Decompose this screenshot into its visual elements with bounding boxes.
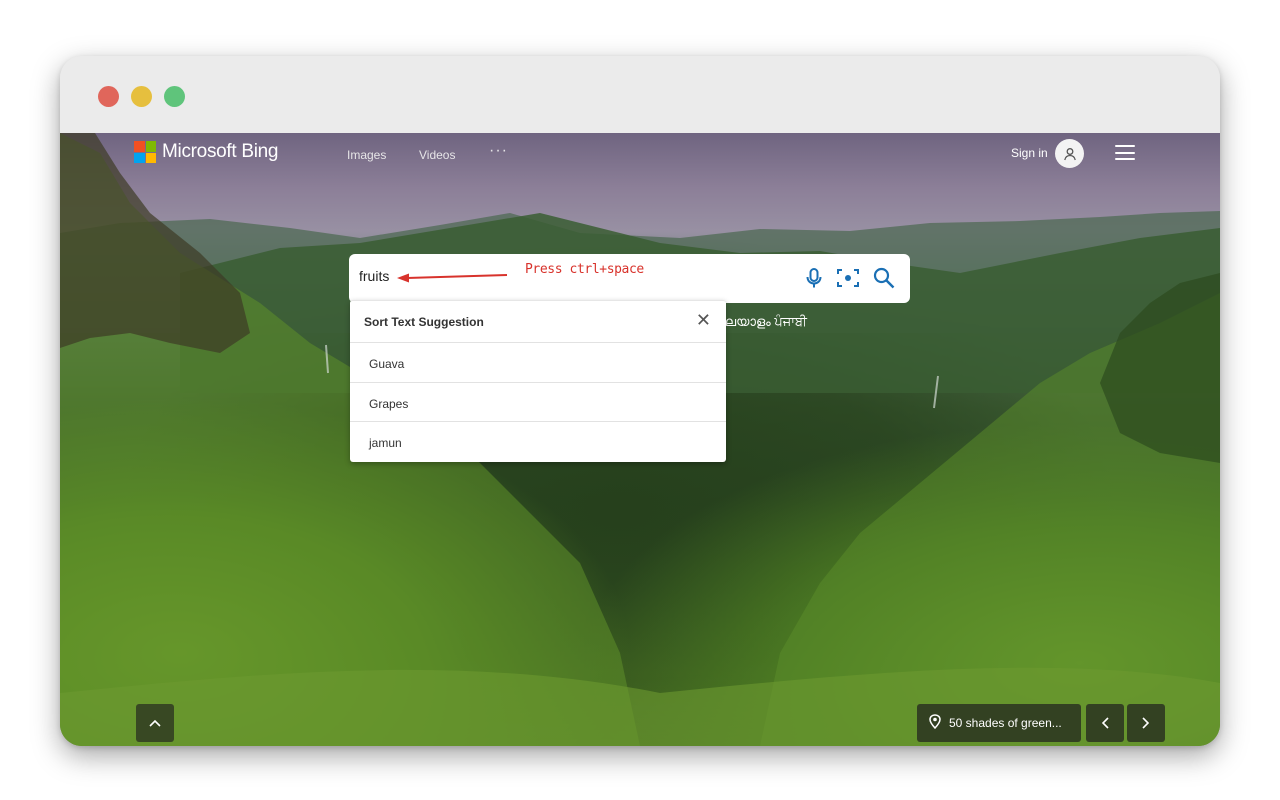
image-caption-button[interactable]: 50 shades of green... bbox=[917, 704, 1081, 742]
sign-in-link[interactable]: Sign in bbox=[1011, 146, 1048, 160]
suggestion-label: jamun bbox=[369, 436, 402, 450]
title-bar bbox=[60, 56, 1220, 133]
close-icon[interactable]: ✕ bbox=[696, 311, 711, 329]
bing-logo[interactable]: Microsoft Bing bbox=[134, 140, 278, 164]
language-links[interactable]: ലയാളം ਪੰਜਾਬੀ bbox=[725, 314, 807, 330]
nav-videos-link[interactable]: Videos bbox=[419, 148, 455, 162]
location-pin-icon bbox=[929, 714, 941, 732]
user-icon[interactable] bbox=[1055, 139, 1084, 168]
suggestion-label: Guava bbox=[369, 357, 405, 371]
suggestion-label: Grapes bbox=[369, 396, 409, 411]
annotation-arrow-icon bbox=[397, 273, 508, 283]
search-box: Press ctrl+space bbox=[349, 254, 910, 303]
suggestion-header: Sort Text Suggestion ✕ bbox=[350, 301, 726, 343]
brand-name: Microsoft Bing bbox=[162, 141, 279, 162]
maximize-window-button[interactable] bbox=[164, 86, 185, 107]
suggestion-item[interactable]: Guava bbox=[350, 343, 726, 383]
nav-images-link[interactable]: Images bbox=[347, 148, 386, 162]
chevron-right-icon[interactable] bbox=[1127, 704, 1165, 742]
close-window-button[interactable] bbox=[98, 86, 119, 107]
nav-more-button[interactable]: ··· bbox=[489, 142, 508, 160]
chevron-left-icon[interactable] bbox=[1086, 704, 1124, 742]
microsoft-logo-icon bbox=[134, 141, 156, 163]
suggestion-item[interactable]: Grapes bbox=[350, 383, 726, 422]
suggestion-title: Sort Text Suggestion bbox=[364, 315, 484, 329]
image-caption-text: 50 shades of green... bbox=[949, 716, 1062, 730]
microphone-icon[interactable] bbox=[804, 267, 824, 294]
bing-homepage: Microsoft Bing Images Videos ··· Sign in… bbox=[60, 133, 1220, 746]
visual-search-icon[interactable] bbox=[836, 267, 860, 294]
minimize-window-button[interactable] bbox=[131, 86, 152, 107]
suggestion-dropdown: Sort Text Suggestion ✕ Guava Grapes jamu… bbox=[350, 300, 726, 462]
suggestion-item[interactable]: jamun bbox=[350, 422, 726, 462]
chevron-up-icon[interactable] bbox=[136, 704, 174, 742]
browser-window: Microsoft Bing Images Videos ··· Sign in… bbox=[60, 56, 1220, 746]
annotation-text: Press ctrl+space bbox=[525, 262, 644, 277]
hamburger-menu-icon[interactable] bbox=[1115, 145, 1135, 160]
search-icon[interactable] bbox=[872, 266, 896, 295]
